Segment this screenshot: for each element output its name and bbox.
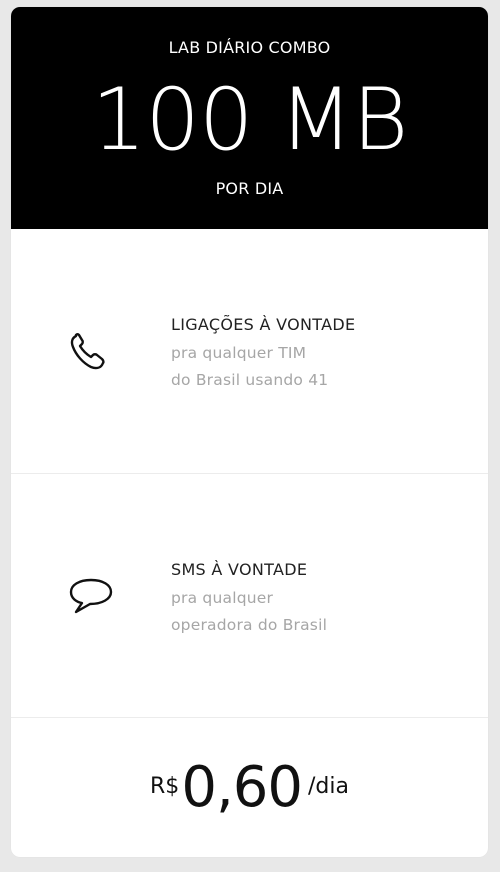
feature-desc-line: do Brasil usando 41 xyxy=(171,371,329,389)
feature-title: SMS À VONTADE xyxy=(171,560,308,579)
plan-card[interactable]: LAB DIÁRIO COMBO 100 MB POR DIA LIGAÇÕES… xyxy=(11,7,488,857)
plan-period: POR DIA xyxy=(215,179,284,198)
price-amount: 0,60 xyxy=(181,755,303,820)
price-section: R$0,60/dia xyxy=(11,717,488,857)
feature-description: pra qualquer TIM do Brasil usando 41 xyxy=(171,340,328,394)
price: R$0,60/dia xyxy=(11,756,488,820)
feature-title: LIGAÇÕES À VONTADE xyxy=(171,315,356,334)
feature-desc-line: pra qualquer xyxy=(171,589,274,607)
feature-calls: LIGAÇÕES À VONTADE pra qualquer TIM do B… xyxy=(11,229,488,473)
data-amount: 100 MB xyxy=(91,70,409,170)
chat-bubble-icon xyxy=(67,574,113,620)
price-unit: /dia xyxy=(308,774,349,799)
feature-description: pra qualquer operadora do Brasil xyxy=(171,585,327,639)
plan-name: LAB DIÁRIO COMBO xyxy=(168,38,331,57)
feature-desc-line: pra qualquer TIM xyxy=(171,344,307,362)
phone-icon xyxy=(67,329,113,375)
plan-header: LAB DIÁRIO COMBO 100 MB POR DIA xyxy=(11,7,488,229)
feature-sms: SMS À VONTADE pra qualquer operadora do … xyxy=(11,473,488,718)
feature-desc-line: operadora do Brasil xyxy=(171,616,328,634)
price-currency: R$ xyxy=(150,774,180,799)
